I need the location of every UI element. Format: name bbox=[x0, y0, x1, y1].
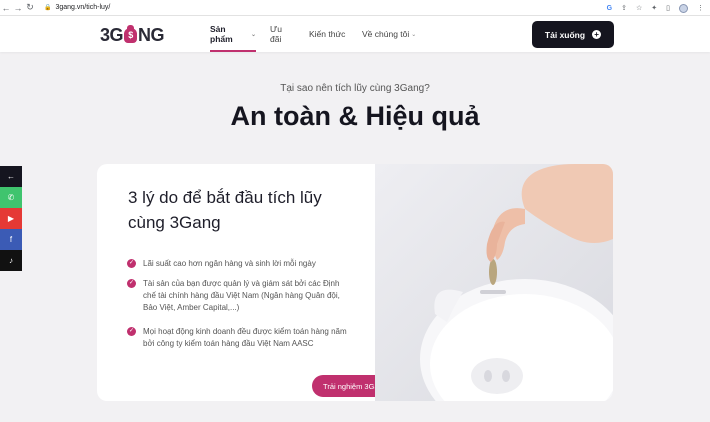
nav-item-products-label: Sản phẩm bbox=[210, 24, 233, 44]
tiktok-icon[interactable]: ♪ bbox=[0, 250, 22, 271]
logo-text-end: NG bbox=[138, 24, 165, 45]
logo-text-start: 3G bbox=[100, 24, 124, 45]
phone-icon[interactable]: ✆ bbox=[0, 187, 22, 208]
sidepanel-icon[interactable]: ▯ bbox=[666, 4, 670, 12]
facebook-icon[interactable]: f bbox=[0, 229, 22, 250]
reload-icon[interactable]: ↻ bbox=[24, 0, 36, 16]
nav-item-offers[interactable]: Ưu đãi bbox=[270, 16, 294, 52]
nav-item-about[interactable]: Về chúng tôi ⌄ bbox=[362, 16, 422, 52]
site-header: 3G $ NG Sản phẩm ⌄ Ưu đãi Kiến thức Về chún… bbox=[0, 16, 710, 52]
card-title: 3 lý do để bắt đầu tích lũy cùng 3Gang bbox=[128, 188, 322, 232]
nav-item-products[interactable]: Sản phẩm ⌄ bbox=[210, 16, 256, 52]
reason-text: Lãi suất cao hơn ngân hàng và sinh lời m… bbox=[143, 259, 316, 268]
nav-item-knowledge-label: Kiến thức bbox=[309, 29, 346, 39]
reason-text: Tài sản của bạn được quản lý và giám sát… bbox=[143, 279, 340, 312]
download-button[interactable]: Tải xuống + bbox=[532, 21, 614, 48]
plus-circle-icon: + bbox=[592, 30, 602, 39]
nav-item-knowledge[interactable]: Kiến thức bbox=[309, 16, 349, 52]
reason-item: ✓ Mọi hoạt động kinh doanh đều được kiểm… bbox=[127, 326, 347, 350]
share-icon[interactable]: ⇪ bbox=[621, 4, 627, 12]
url-text: 3gang.vn/tich-luy/ bbox=[55, 4, 111, 11]
chevron-down-icon: ⌄ bbox=[250, 31, 256, 38]
piggy-bank-image bbox=[375, 164, 613, 401]
download-button-label: Tải xuống bbox=[544, 29, 586, 40]
check-circle-icon: ✓ bbox=[127, 327, 136, 336]
bookmark-star-icon[interactable]: ☆ bbox=[636, 4, 642, 12]
youtube-icon[interactable]: ▶ bbox=[0, 208, 22, 229]
chevron-down-icon: ⌄ bbox=[411, 31, 417, 38]
lock-icon: 🔒 bbox=[44, 5, 52, 11]
nav-item-offers-label: Ưu đãi bbox=[270, 24, 282, 44]
extensions-icon[interactable]: ✦ bbox=[651, 4, 657, 12]
check-circle-icon: ✓ bbox=[127, 259, 136, 268]
address-bar[interactable]: 🔒 3gang.vn/tich-luy/ bbox=[44, 2, 110, 14]
logo-bag-icon: $ bbox=[124, 24, 138, 43]
more-menu-icon[interactable]: ⋮ bbox=[697, 4, 704, 12]
reasons-card: 3 lý do để bắt đầu tích lũy cùng 3Gang ✓… bbox=[97, 164, 613, 401]
section-subtitle: Tại sao nên tích lũy cùng 3Gang? bbox=[280, 83, 430, 94]
reason-item: ✓ Tài sản của bạn được quản lý và giám s… bbox=[127, 278, 347, 314]
arrow-icon[interactable]: ← bbox=[0, 166, 22, 187]
profile-avatar[interactable] bbox=[679, 3, 688, 13]
reason-text: Mọi hoạt động kinh doanh đều được kiểm t… bbox=[143, 327, 347, 348]
google-icon[interactable]: G bbox=[607, 5, 612, 12]
browser-actions: G ⇪ ☆ ✦ ▯ ⋮ bbox=[607, 0, 704, 16]
check-circle-icon: ✓ bbox=[127, 279, 136, 288]
section-title: An toàn & Hiệu quả bbox=[230, 101, 480, 131]
browser-toolbar: ← → ↻ 🔒 3gang.vn/tich-luy/ G ⇪ ☆ ✦ ▯ ⋮ bbox=[0, 0, 710, 16]
social-sidebar: ← ✆ ▶ f ♪ bbox=[0, 166, 22, 271]
forward-icon[interactable]: → bbox=[12, 0, 24, 16]
piggy-bank-illustration bbox=[420, 164, 613, 401]
logo[interactable]: 3G $ NG bbox=[100, 23, 165, 47]
reason-item: ✓ Lãi suất cao hơn ngân hàng và sinh lời… bbox=[127, 258, 347, 270]
nav-item-about-label: Về chúng tôi bbox=[362, 29, 410, 39]
back-icon[interactable]: ← bbox=[0, 0, 12, 16]
